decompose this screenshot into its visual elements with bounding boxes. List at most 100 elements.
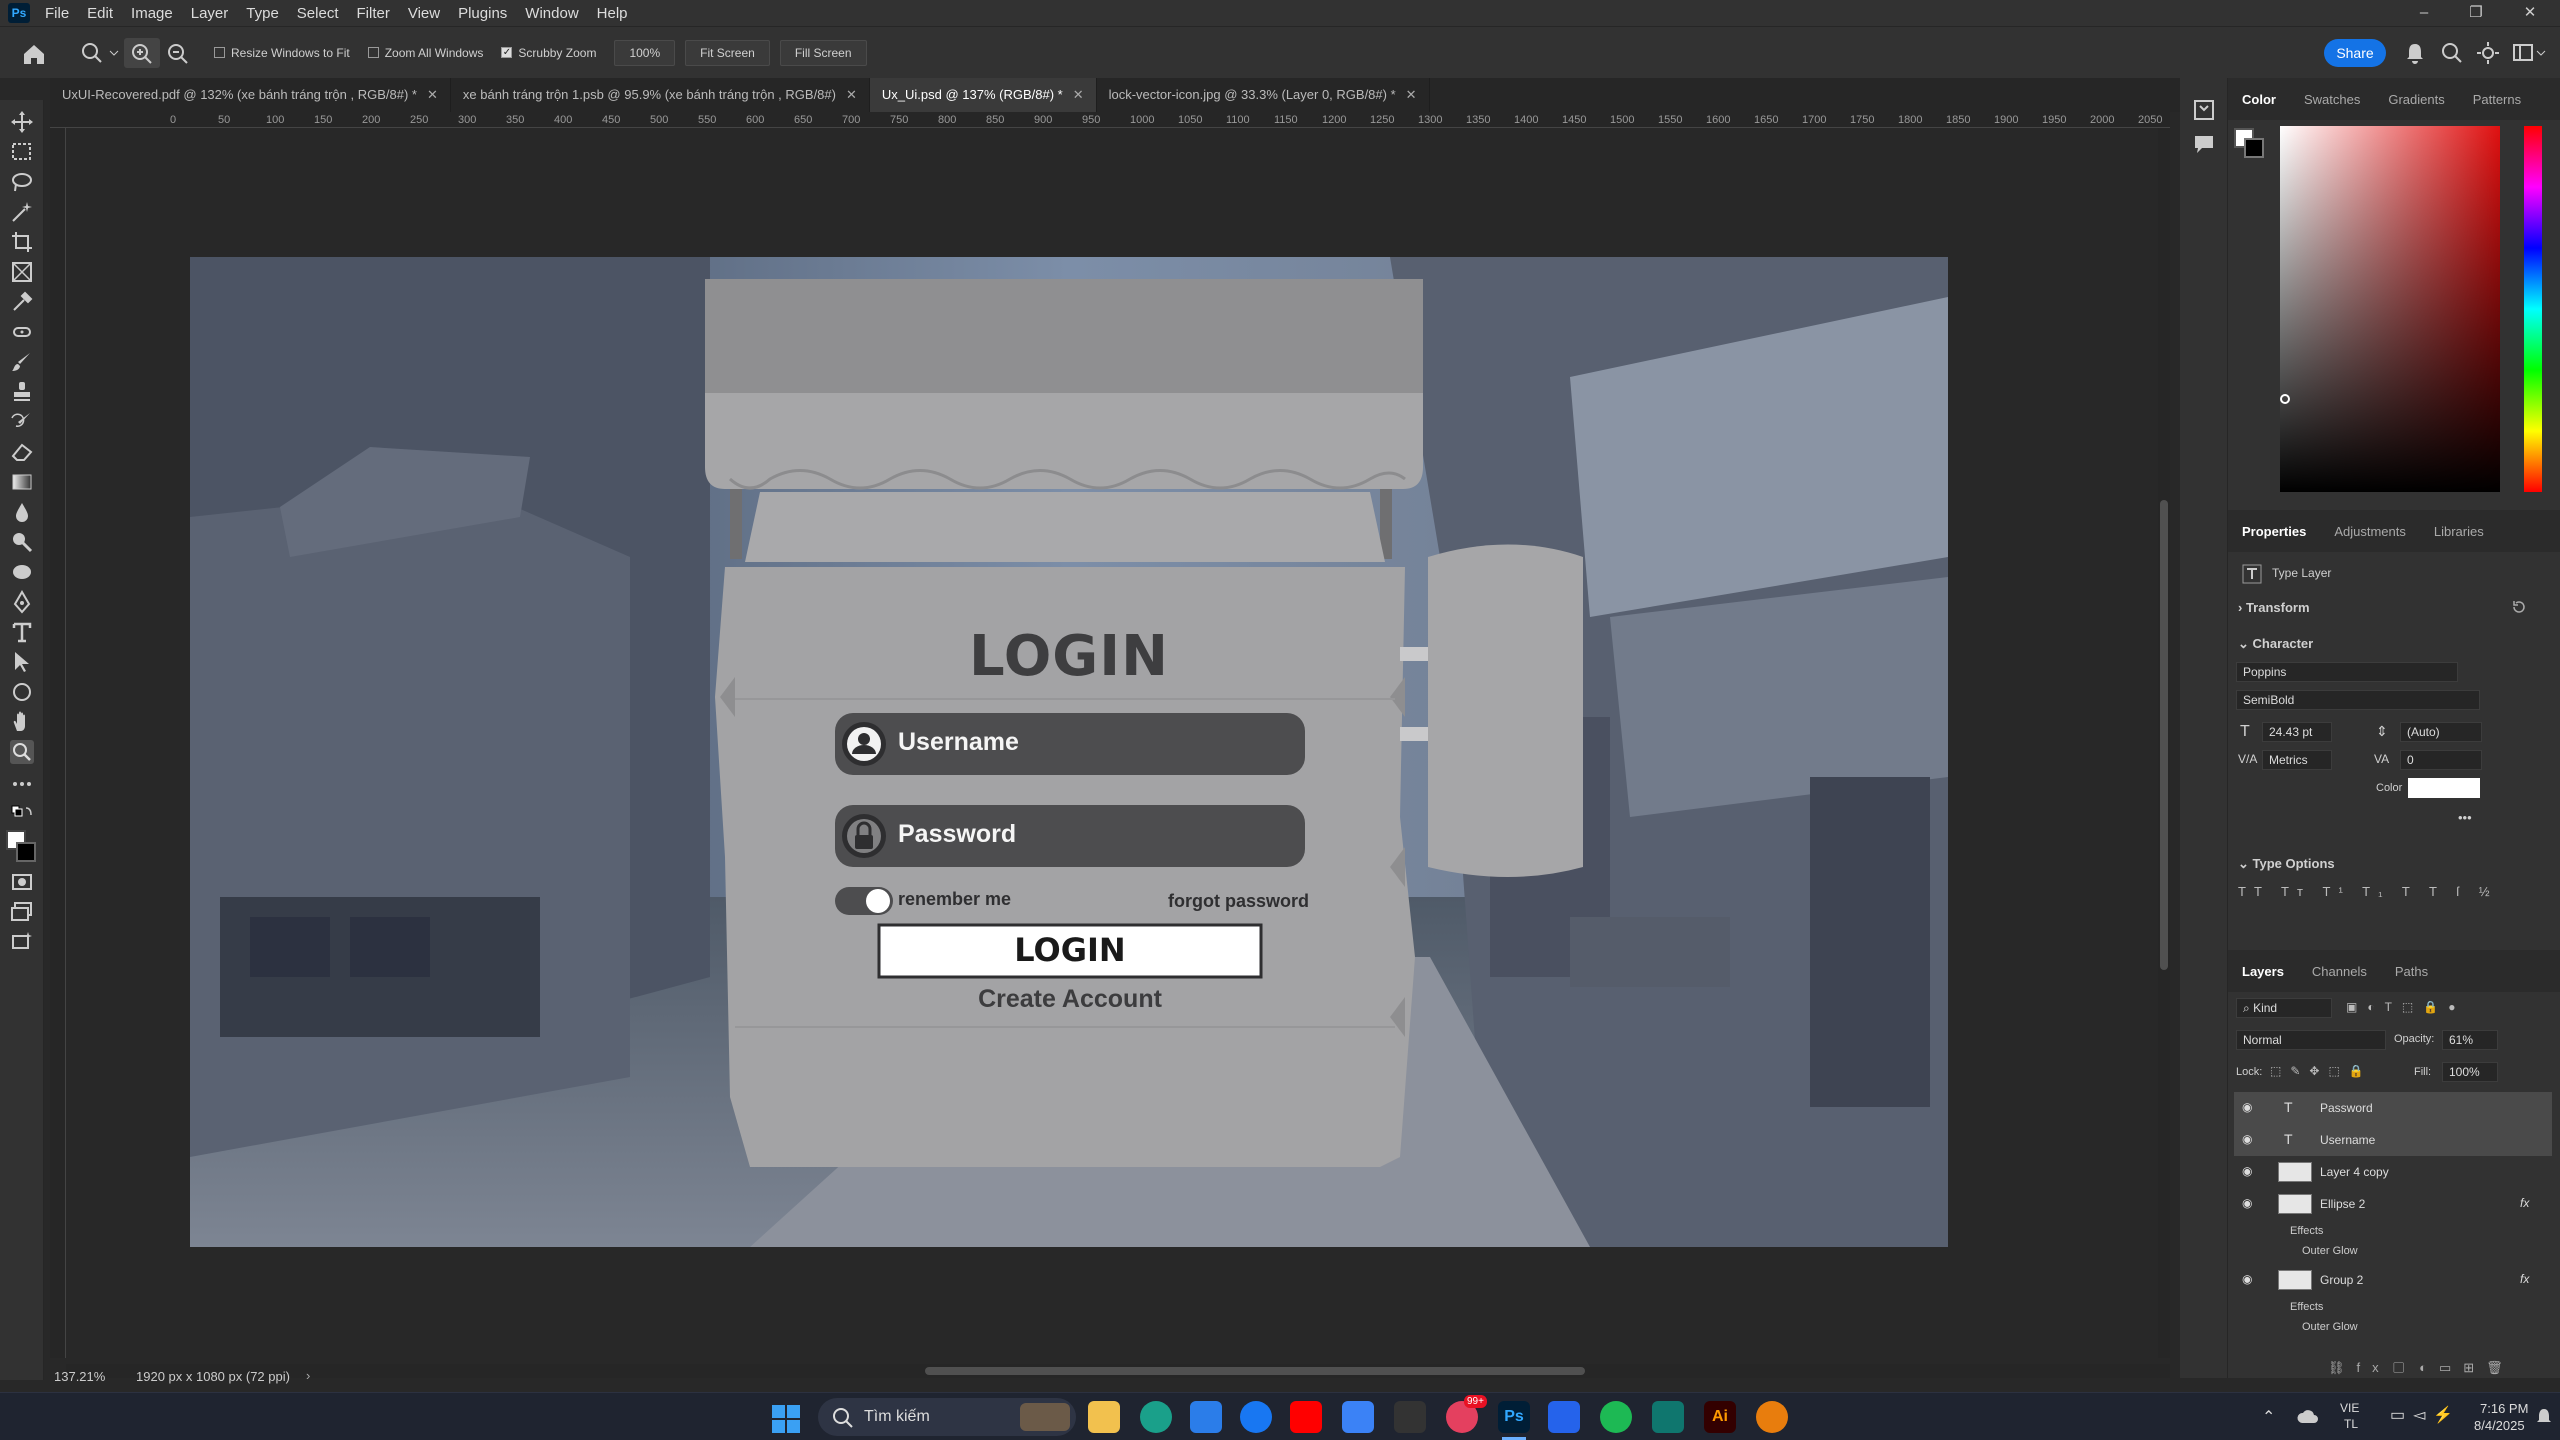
language-indicator[interactable]: VIE xyxy=(2340,1401,2359,1415)
layer-filter-icons[interactable]: ▣◐T⬚🔒● xyxy=(2346,1000,2546,1018)
lasso-tool-icon[interactable] xyxy=(10,170,34,194)
background-color-swatch[interactable] xyxy=(16,842,36,862)
tab-paths[interactable]: Paths xyxy=(2381,964,2442,979)
input-method[interactable]: TL xyxy=(2344,1417,2358,1431)
fit-screen-button[interactable]: Fit Screen xyxy=(685,39,770,66)
vertical-ruler[interactable] xyxy=(50,128,66,1358)
windows-start-icon[interactable] xyxy=(772,1405,800,1433)
close-tab-icon[interactable]: ✕ xyxy=(1406,87,1417,102)
zoom-out-icon[interactable] xyxy=(160,38,196,68)
menu-view[interactable]: View xyxy=(399,5,449,22)
layer-kind-filter[interactable]: ⌕ Kind xyxy=(2236,998,2332,1018)
eye-icon[interactable]: ◉ xyxy=(2242,1164,2258,1180)
menu-image[interactable]: Image xyxy=(122,5,182,22)
tab-color[interactable]: Color xyxy=(2228,92,2290,107)
menu-window[interactable]: Window xyxy=(516,5,587,22)
color-picker-marker[interactable] xyxy=(2280,394,2290,404)
font-style-select[interactable]: SemiBold xyxy=(2236,690,2480,710)
share-button[interactable]: Share xyxy=(2324,39,2386,67)
menu-type[interactable]: Type xyxy=(237,5,288,22)
swap-colors-icon[interactable] xyxy=(10,804,34,828)
bg-swatch[interactable] xyxy=(2244,138,2264,158)
type-options-section[interactable]: ⌄ Type Options xyxy=(2238,856,2335,872)
screen-mode-icon[interactable] xyxy=(10,900,34,924)
workspace-icon[interactable] xyxy=(2512,41,2548,65)
lock-icons[interactable]: ⬚✎✥⬚🔒 xyxy=(2270,1064,2380,1080)
minimize-icon[interactable]: – xyxy=(2404,0,2444,26)
home-icon[interactable] xyxy=(14,38,74,68)
outer-glow-row[interactable]: Outer Glow xyxy=(2234,1318,2552,1338)
layer-row[interactable]: ◉ Layer 4 copy xyxy=(2234,1156,2552,1188)
eye-icon[interactable]: ◉ xyxy=(2242,1196,2258,1212)
leading-field[interactable]: (Auto) xyxy=(2400,722,2482,742)
discover-icon[interactable] xyxy=(2476,41,2500,65)
dodge-tool-icon[interactable] xyxy=(10,530,34,554)
more-tools-icon[interactable] xyxy=(10,772,34,796)
system-tray-icons[interactable]: ▭◅⚡ xyxy=(2390,1405,2461,1425)
pen-tool-icon[interactable] xyxy=(10,590,34,614)
youtube-icon[interactable] xyxy=(1290,1401,1322,1433)
document-canvas[interactable]: LOGIN Username Password renember me forg… xyxy=(190,257,1948,1247)
character-section[interactable]: ⌄ Character xyxy=(2238,636,2313,652)
close-tab-icon[interactable]: ✕ xyxy=(427,87,438,102)
zoom-in-icon[interactable] xyxy=(124,37,160,68)
color-field[interactable] xyxy=(2280,126,2500,492)
text-color-swatch[interactable] xyxy=(2408,778,2480,798)
tab-uxui-recovered[interactable]: UxUI-Recovered.pdf @ 132% (xe bánh tráng… xyxy=(50,78,451,112)
menu-help[interactable]: Help xyxy=(588,5,637,22)
menu-file[interactable]: File xyxy=(36,5,78,22)
photoshop-taskbar-icon[interactable]: Ps xyxy=(1498,1401,1530,1433)
healing-brush-icon[interactable] xyxy=(10,320,34,344)
edge-icon[interactable] xyxy=(1140,1401,1172,1433)
layer-row[interactable]: ◉ Ellipse 2 fx xyxy=(2234,1188,2552,1220)
eraser-icon[interactable] xyxy=(10,440,34,464)
layer-row[interactable]: ◉ Group 2 fx xyxy=(2234,1264,2552,1296)
layer-row[interactable]: ◉ T Username xyxy=(2234,1124,2552,1156)
tab-layers[interactable]: Layers xyxy=(2228,964,2298,979)
tab-properties[interactable]: Properties xyxy=(2228,524,2320,539)
menu-select[interactable]: Select xyxy=(288,5,348,22)
capcut-icon[interactable] xyxy=(1342,1401,1374,1433)
search-icon[interactable] xyxy=(2440,41,2464,65)
more-options-icon[interactable]: ••• xyxy=(2458,810,2472,825)
fx-icon[interactable]: fx xyxy=(2520,1196,2529,1210)
frame-tool-icon[interactable] xyxy=(10,260,34,284)
type-options-buttons[interactable]: TT Tт T¹ T₁ T T ſ ½ xyxy=(2238,884,2518,904)
menu-layer[interactable]: Layer xyxy=(182,5,238,22)
layer-actions-bar[interactable]: ⛓fx◻◐▭⊞🗑 xyxy=(2328,1360,2558,1378)
clock-date[interactable]: 8/4/2025 xyxy=(2474,1418,2525,1433)
status-expand-icon[interactable]: › xyxy=(306,1368,310,1383)
zoom-tool-active-icon[interactable] xyxy=(10,740,34,764)
generative-fill-icon[interactable] xyxy=(10,930,34,954)
eyedropper-icon[interactable] xyxy=(10,290,34,314)
font-family-select[interactable]: Poppins xyxy=(2236,662,2458,682)
horizontal-ruler[interactable]: 0 50 100 150 200 250 300 350 400 450 500 550 600 650 7… xyxy=(50,112,2170,128)
tab-xe-banh-trang-tron[interactable]: xe bánh tráng trộn 1.psb @ 95.9% (xe bán… xyxy=(451,78,870,112)
tab-gradients[interactable]: Gradients xyxy=(2374,92,2458,107)
gradient-tool-icon[interactable] xyxy=(10,470,34,494)
terminal-icon[interactable] xyxy=(1652,1401,1684,1433)
marquee-tool-icon[interactable] xyxy=(10,140,34,164)
reset-transform-icon[interactable] xyxy=(2510,598,2528,616)
resize-windows-checkbox[interactable]: Resize Windows to Fit xyxy=(214,46,350,60)
tab-lock-vector-icon[interactable]: lock-vector-icon.jpg @ 33.3% (Layer 0, R… xyxy=(1097,78,1430,112)
tab-libraries[interactable]: Libraries xyxy=(2420,524,2498,539)
kerning-field[interactable]: Metrics xyxy=(2262,750,2332,770)
restore-icon[interactable]: ❐ xyxy=(2456,0,2496,26)
menu-filter[interactable]: Filter xyxy=(348,5,399,22)
cloud-icon[interactable] xyxy=(2296,1407,2320,1427)
close-tab-icon[interactable]: ✕ xyxy=(1073,87,1084,102)
move-tool-icon[interactable] xyxy=(10,110,34,134)
menu-edit[interactable]: Edit xyxy=(78,5,122,22)
sponge-icon[interactable] xyxy=(10,560,34,584)
eye-icon[interactable]: ◉ xyxy=(2242,1132,2258,1148)
crop-tool-icon[interactable] xyxy=(10,230,34,254)
fx-icon[interactable]: fx xyxy=(2520,1272,2529,1286)
close-icon[interactable]: ✕ xyxy=(2510,0,2550,26)
brush-tool-icon[interactable] xyxy=(10,350,34,374)
fill-field[interactable]: 100% xyxy=(2442,1062,2498,1082)
history-brush-icon[interactable] xyxy=(10,410,34,434)
shape-tool-icon[interactable] xyxy=(10,680,34,704)
file-explorer-icon[interactable] xyxy=(1088,1401,1120,1433)
tab-ux-ui-psd[interactable]: Ux_Ui.psd @ 137% (RGB/8#) * ✕ xyxy=(869,78,1097,112)
